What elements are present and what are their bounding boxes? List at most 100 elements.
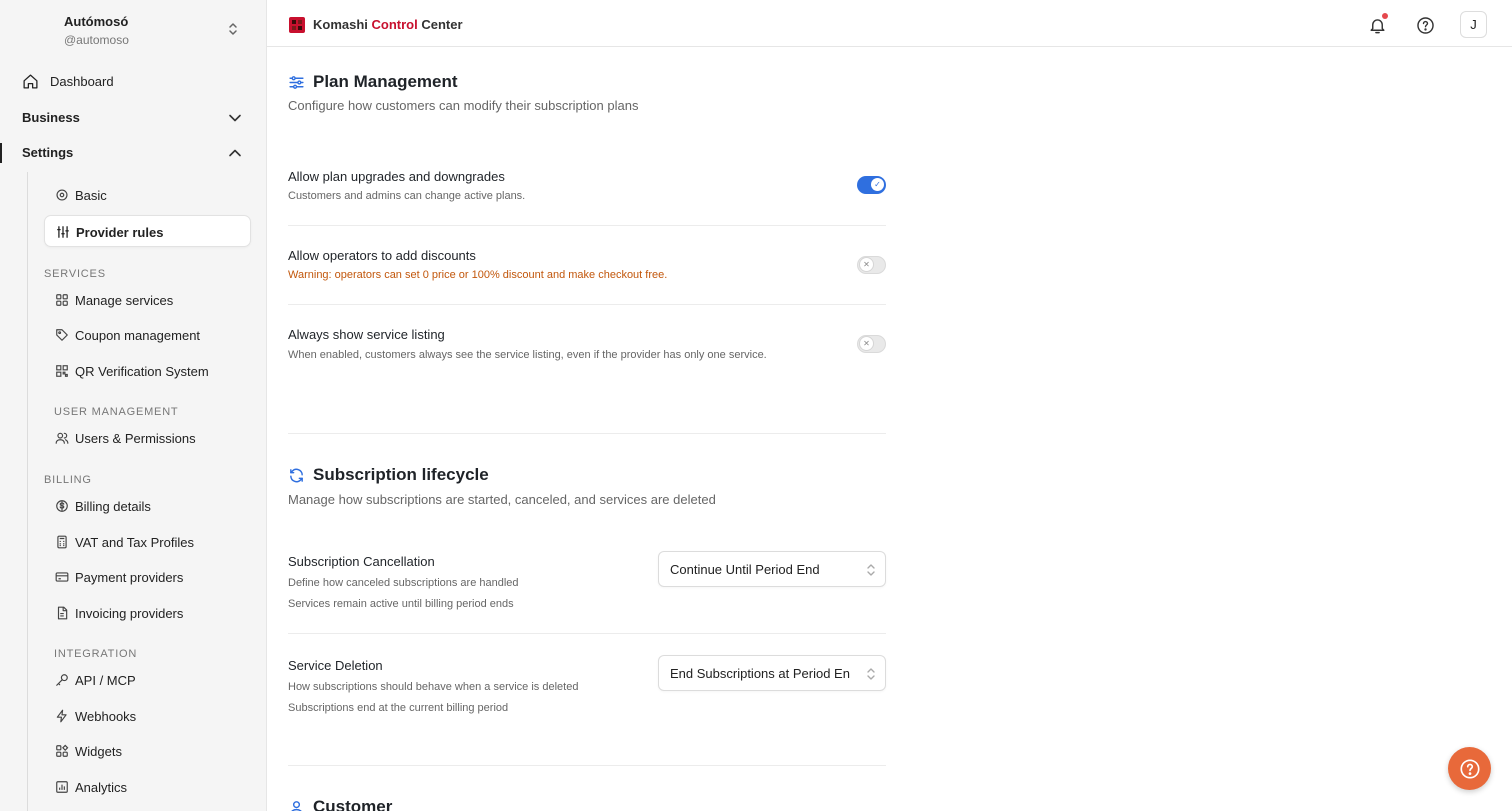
check-icon: ✓ bbox=[871, 178, 884, 191]
tag-icon bbox=[56, 329, 68, 341]
section-label-integration: INTEGRATION bbox=[54, 648, 138, 660]
chevrons-up-down-icon bbox=[229, 23, 237, 35]
section-label-billing: BILLING bbox=[44, 474, 92, 486]
brand-part-1: Komashi bbox=[313, 17, 372, 32]
calculator-icon bbox=[57, 535, 67, 549]
toggle-operator-discounts[interactable]: ✕ bbox=[857, 256, 886, 274]
invoice-icon bbox=[57, 606, 68, 620]
dollar-circle-icon bbox=[56, 500, 68, 512]
sidebar-item-label: Billing details bbox=[75, 499, 151, 514]
user-icon bbox=[291, 801, 302, 811]
sidebar-item-label: Business bbox=[22, 109, 80, 125]
section-title-customer: Customer bbox=[288, 797, 392, 811]
sidebar-item-label: Webhooks bbox=[75, 709, 137, 724]
service-deletion-select[interactable]: End Subscriptions at Period End bbox=[658, 655, 886, 691]
chevrons-up-down-icon bbox=[867, 564, 875, 576]
sidebar-item-billing-details[interactable]: Billing details bbox=[44, 490, 251, 522]
sidebar-item-api-mcp[interactable]: API / MCP bbox=[44, 664, 251, 696]
refresh-icon bbox=[290, 468, 303, 483]
section-description: Manage how subscriptions are started, ca… bbox=[288, 492, 716, 507]
section-title-text: Subscription lifecycle bbox=[313, 465, 489, 484]
setting-description: Define how canceled subscriptions are ha… bbox=[288, 577, 519, 589]
select-value: End Subscriptions at Period End bbox=[670, 666, 850, 681]
setting-title: Allow operators to add discounts bbox=[288, 248, 476, 263]
section-title-plan-management: Plan Management bbox=[288, 72, 458, 92]
sidebar: Autómosó @automoso Dashboard Business Se… bbox=[0, 0, 267, 811]
lightning-icon bbox=[56, 709, 67, 723]
tree-line bbox=[27, 172, 28, 811]
sidebar-item-invoicing-providers[interactable]: Invoicing providers bbox=[44, 597, 251, 629]
key-icon bbox=[56, 674, 68, 686]
toggle-plan-upgrades[interactable]: ✓ bbox=[857, 176, 886, 194]
top-header: Komashi Control Center J bbox=[267, 0, 1512, 47]
notification-dot bbox=[1382, 13, 1388, 19]
section-title-subscription-lifecycle: Subscription lifecycle bbox=[288, 465, 489, 485]
widgets-icon bbox=[56, 744, 69, 757]
setting-title: Allow plan upgrades and downgrades bbox=[288, 169, 505, 184]
chart-icon bbox=[56, 781, 68, 793]
sidebar-item-vat-tax[interactable]: VAT and Tax Profiles bbox=[44, 526, 251, 558]
chevron-up-icon bbox=[229, 149, 241, 157]
section-description: Configure how customers can modify their… bbox=[288, 98, 639, 113]
sidebar-item-label: VAT and Tax Profiles bbox=[75, 535, 194, 550]
setting-warning: Warning: operators can set 0 price or 10… bbox=[288, 269, 668, 281]
sidebar-item-basic[interactable]: Basic bbox=[44, 179, 251, 211]
help-button[interactable] bbox=[1412, 12, 1438, 38]
sidebar-item-manage-services[interactable]: Manage services bbox=[44, 284, 251, 316]
sidebar-item-label: QR Verification System bbox=[75, 364, 209, 379]
setting-description: Customers and admins can change active p… bbox=[288, 190, 526, 202]
sidebar-item-qr-verification[interactable]: QR Verification System bbox=[44, 355, 251, 387]
sidebar-item-label: Coupon management bbox=[75, 328, 201, 343]
sidebar-item-users-permissions[interactable]: Users & Permissions bbox=[44, 422, 251, 454]
notifications-button[interactable] bbox=[1364, 12, 1390, 38]
x-icon: ✕ bbox=[860, 337, 873, 350]
sidebar-item-webhooks[interactable]: Webhooks bbox=[44, 700, 251, 732]
section-title-text: Plan Management bbox=[313, 72, 458, 91]
sidebar-item-label: Manage services bbox=[75, 293, 174, 308]
sidebar-item-widgets[interactable]: Widgets bbox=[44, 735, 251, 767]
sidebar-item-payment-providers[interactable]: Payment providers bbox=[44, 561, 251, 593]
sidebar-item-dashboard[interactable]: Dashboard bbox=[0, 65, 266, 97]
home-icon bbox=[23, 74, 38, 89]
grid-icon bbox=[56, 294, 68, 306]
divider bbox=[288, 633, 886, 634]
help-circle-icon bbox=[1416, 16, 1434, 34]
gear-icon bbox=[56, 189, 68, 201]
sliders-icon bbox=[57, 226, 69, 238]
setting-description: How subscriptions should behave when a s… bbox=[288, 681, 579, 693]
sidebar-item-label: API / MCP bbox=[75, 673, 136, 688]
support-chat-button[interactable] bbox=[1448, 747, 1491, 790]
sidebar-item-business[interactable]: Business bbox=[0, 101, 266, 133]
sidebar-item-analytics[interactable]: Analytics bbox=[44, 771, 251, 803]
sidebar-item-settings[interactable]: Settings bbox=[0, 136, 266, 168]
sidebar-item-coupon-management[interactable]: Coupon management bbox=[44, 319, 251, 351]
sidebar-item-label: Basic bbox=[75, 188, 107, 203]
sidebar-item-label: Dashboard bbox=[50, 73, 114, 89]
select-value: Continue Until Period End bbox=[670, 562, 820, 577]
toggle-service-listing[interactable]: ✕ bbox=[857, 335, 886, 353]
brand-logo-icon bbox=[289, 17, 305, 33]
sidebar-item-label: Users & Permissions bbox=[75, 431, 196, 446]
setting-title: Service Deletion bbox=[288, 658, 383, 673]
sidebar-item-label: Analytics bbox=[75, 780, 128, 795]
avatar[interactable]: J bbox=[1460, 11, 1487, 38]
org-switcher[interactable]: Autómosó @automoso bbox=[0, 0, 266, 60]
sidebar-item-label: Payment providers bbox=[75, 570, 184, 585]
sidebar-item-label: Invoicing providers bbox=[75, 606, 184, 621]
brand-part-2: Control bbox=[371, 17, 418, 32]
chevron-down-icon bbox=[229, 114, 241, 122]
help-circle-icon bbox=[1459, 758, 1480, 779]
credit-card-icon bbox=[55, 572, 69, 582]
org-handle: @automoso bbox=[64, 33, 129, 47]
org-name: Autómosó bbox=[64, 14, 129, 29]
qr-code-icon bbox=[56, 365, 68, 377]
section-label-user-management: USER MANAGEMENT bbox=[54, 406, 179, 418]
setting-title: Subscription Cancellation bbox=[288, 554, 435, 569]
sidebar-item-provider-rules[interactable]: Provider rules bbox=[44, 215, 251, 247]
sidebar-item-label: Provider rules bbox=[76, 225, 164, 240]
sidebar-item-label: Settings bbox=[22, 144, 74, 160]
section-divider bbox=[288, 765, 886, 766]
setting-description: When enabled, customers always see the s… bbox=[288, 349, 767, 361]
section-title-text: Customer bbox=[313, 797, 393, 811]
subscription-cancellation-select[interactable]: Continue Until Period End bbox=[658, 551, 886, 587]
